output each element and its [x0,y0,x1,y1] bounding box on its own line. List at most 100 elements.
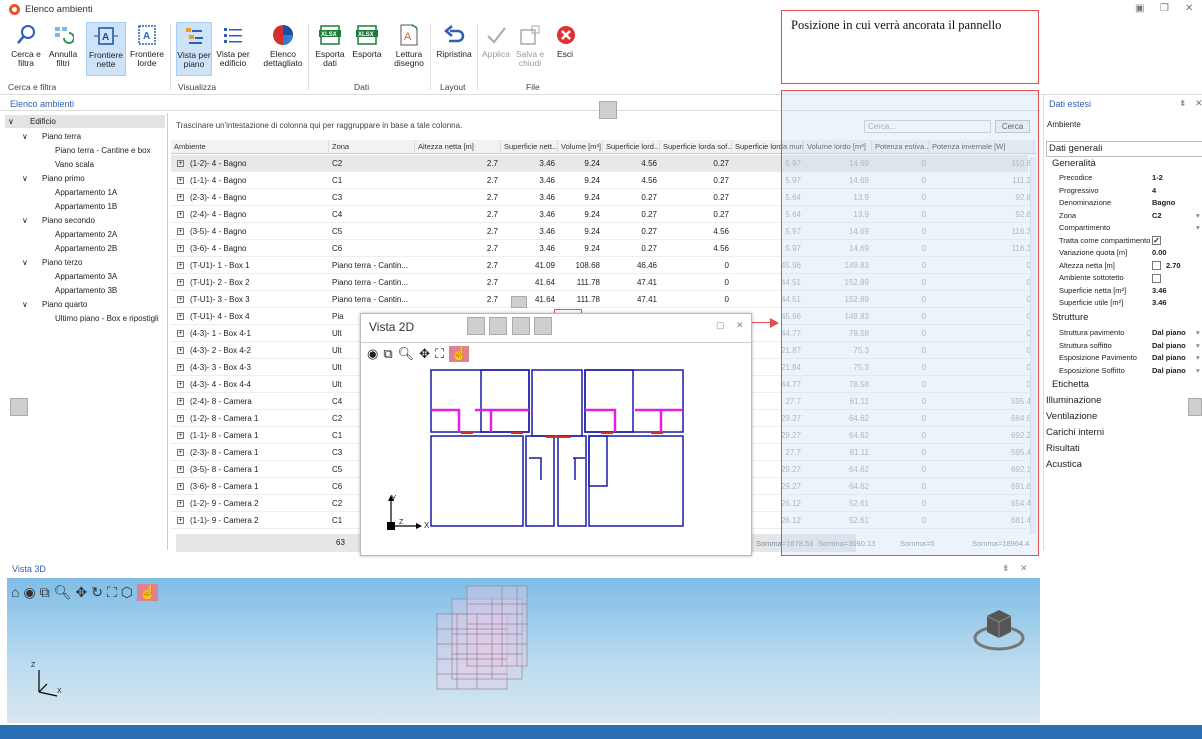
lettura-disegno-button[interactable]: A Lettura disegno [392,22,426,68]
column-header[interactable]: Zona [329,140,415,154]
dock-guide-center-left[interactable] [489,317,507,335]
section-generalita[interactable]: Generalità [1052,157,1096,171]
expand-icon[interactable]: + [177,347,184,355]
property-value[interactable]: ✓ [1152,235,1161,247]
tree-apartment-node[interactable]: Piano terra - Cantine e box [5,144,165,157]
property-value[interactable]: Bagno [1152,197,1175,209]
pan-icon[interactable]: ✥ [419,346,430,362]
close-icon[interactable]: ✕ [1185,3,1193,14]
tree-apartment-node[interactable]: Appartamento 3B [5,284,165,297]
property-row[interactable]: Struttura pavimento Dal piano ▾ [1044,327,1202,339]
property-row[interactable]: Superficie netta [m²] 3.46 [1044,285,1202,297]
tree-apartment-node[interactable]: Vano scala [5,158,165,171]
expand-icon[interactable]: + [177,194,184,202]
column-header[interactable]: Superficie lorda sof... [660,140,732,154]
expand-icon[interactable]: + [177,279,184,287]
dock-guide-top[interactable] [599,101,617,119]
section-dati-generali[interactable]: Dati generali [1046,141,1202,157]
annulla-filtri-button[interactable]: Annulla filtri [46,22,80,68]
dock-guide-left-inner[interactable] [467,317,485,335]
checkbox[interactable] [1152,273,1161,283]
section-carichi[interactable]: Carichi interni [1046,426,1104,440]
dock-guide-left[interactable] [10,398,28,416]
ripristina-button[interactable]: Ripristina [434,22,474,59]
tree-apartment-node[interactable]: Appartamento 3A [5,270,165,283]
frontiere-nette-button[interactable]: A Frontiere nette [86,22,126,76]
zoom-window-icon[interactable]: ⧉ [40,584,50,601]
tree-apartment-node[interactable]: Appartamento 2B [5,242,165,255]
select-icon[interactable]: ☝ [449,346,470,362]
expand-icon[interactable]: + [177,245,184,253]
tree-apartment-node[interactable]: Appartamento 2A [5,228,165,241]
select-icon[interactable]: ☝ [136,584,159,601]
expand-icon[interactable]: + [177,415,184,423]
property-value[interactable]: 3.46 [1152,285,1167,297]
tree-floor-node[interactable]: ∨ Piano terzo [5,256,165,269]
expand-icon[interactable]: + [177,398,184,406]
expand-icon[interactable]: + [177,466,184,474]
tree-floor-node[interactable]: ∨ Piano secondo [5,214,165,227]
close-icon[interactable]: ✕ [736,320,744,331]
esporta-button[interactable]: XLSX Esporta [350,22,384,59]
property-row[interactable]: Ambiente sottotetto [1044,272,1202,284]
expand-icon[interactable]: + [177,262,184,270]
property-row[interactable]: Compartimento ▾ [1044,222,1202,234]
checkbox[interactable] [1152,261,1161,271]
pin-icon[interactable]: ⇟ [1179,98,1187,109]
property-row[interactable]: Struttura soffitto Dal piano ▾ [1044,340,1202,352]
vista-3d-viewport[interactable]: ⌂ ◉ ⧉ 🔍︎ ✥ ↻ ⛶ ⬡ ☝ Z X [7,578,1040,723]
property-row[interactable]: Altezza netta [m] 2.70 [1044,260,1202,272]
home-icon[interactable]: ⌂ [11,584,19,601]
salva-chiudi-button[interactable]: Salva e chiudi [514,22,546,68]
pan-icon[interactable]: ✥ [75,584,87,601]
tree-floor-node[interactable]: ∨ Piano primo [5,172,165,185]
frontiere-lorde-button[interactable]: A Frontiere lorde [129,22,165,68]
section-etichetta[interactable]: Etichetta [1052,378,1089,392]
expand-icon[interactable]: + [177,330,184,338]
tree-floor-node[interactable]: ∨ Piano quarto [5,298,165,311]
tree-apartment-node[interactable]: Appartamento 1A [5,186,165,199]
section-acustica[interactable]: Acustica [1046,458,1082,472]
chevron-down-icon[interactable]: ▾ [1196,327,1200,339]
expand-icon[interactable]: + [177,177,184,185]
chevron-down-icon[interactable]: ∨ [22,130,28,143]
property-value[interactable]: Dal piano [1152,352,1186,364]
section-illuminazione[interactable]: Illuminazione [1046,394,1101,408]
property-row[interactable]: Denominazione Bagno [1044,197,1202,209]
chevron-down-icon[interactable]: ▾ [1196,352,1200,364]
property-row[interactable]: Progressivo 4 [1044,185,1202,197]
dock-guide-center[interactable] [512,317,530,335]
expand-icon[interactable]: + [177,517,184,525]
property-row[interactable]: Tratta come compartimento ✓ [1044,235,1202,247]
chevron-down-icon[interactable]: ∨ [8,115,14,128]
column-header[interactable]: Superficie lord... [603,140,660,154]
property-row[interactable]: Precodice 1-2 [1044,172,1202,184]
expand-icon[interactable]: + [177,313,184,321]
column-header[interactable]: Volume [m³] [558,140,603,154]
view-icon[interactable]: ◉ [367,346,378,362]
maximize-icon[interactable]: ❐ [1160,3,1169,14]
rotate-icon[interactable]: ↻ [91,584,103,601]
expand-icon[interactable]: + [177,500,184,508]
property-value[interactable]: Dal piano [1152,365,1186,377]
view-cube-icon[interactable] [969,604,1029,656]
dock-guide-center-right[interactable] [534,317,552,335]
applica-button[interactable]: Applica [481,22,511,59]
fit-icon[interactable]: ⛶ [107,584,117,601]
property-value[interactable]: Dal piano [1152,327,1186,339]
column-header[interactable]: Superficie nett... [501,140,558,154]
chevron-down-icon[interactable]: ∨ [22,214,28,227]
expand-icon[interactable]: + [177,381,184,389]
chevron-down-icon[interactable]: ▾ [1196,210,1200,222]
chevron-down-icon[interactable]: ▾ [1196,340,1200,352]
property-row[interactable]: Zona C2 ▾ [1044,210,1202,222]
tree-apartment-node[interactable]: Appartamento 1B [5,200,165,213]
property-row[interactable]: Variazione quota [m] 0.00 [1044,247,1202,259]
column-header[interactable]: Ambiente [171,140,329,154]
checkbox[interactable]: ✓ [1152,236,1161,246]
tree-apartment-node[interactable]: Ultimo piano - Box e ripostigli [5,312,165,325]
chevron-down-icon[interactable]: ∨ [22,172,28,185]
property-value[interactable]: 1-2 [1152,172,1163,184]
view-icon[interactable]: ◉ [23,584,35,601]
chevron-down-icon[interactable]: ∨ [22,298,28,311]
